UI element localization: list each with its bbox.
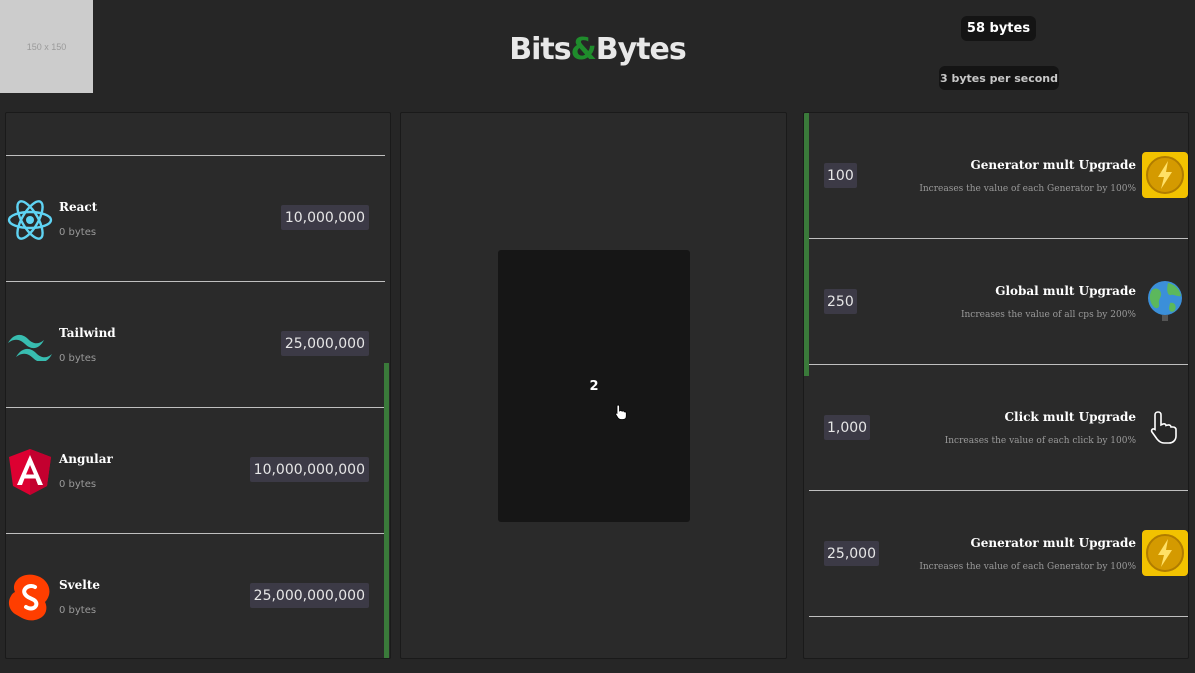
generator-owned: 0 bytes <box>59 227 97 238</box>
logo-bytes: Bytes <box>595 32 687 67</box>
generator-price: 25,000,000 <box>280 331 369 356</box>
generator-price: 10,000,000,000 <box>249 457 369 482</box>
upgrade-item-generator-mult-2[interactable]: 25,000 Generator mult Upgrade Increases … <box>809 491 1188 617</box>
upgrades-panel: 100 Generator mult Upgrade Increases the… <box>803 112 1189 659</box>
generator-item-react[interactable]: React 0 bytes 10,000,000 <box>6 156 385 282</box>
generator-price: 10,000,000 <box>280 205 369 230</box>
upgrade-name: Click mult Upgrade <box>1004 410 1136 424</box>
generator-name: Angular <box>59 452 113 466</box>
generator-item-tailwind[interactable]: Tailwind 0 bytes 25,000,000 <box>6 282 385 408</box>
generator-owned: 0 bytes <box>59 353 97 364</box>
upgrade-description: Increases the value of each click by 100… <box>944 436 1136 446</box>
upgrade-name: Generator mult Upgrade <box>970 158 1136 172</box>
bytes-per-second: 3 bytes per second <box>939 66 1059 90</box>
generators-scrollbar[interactable] <box>384 363 389 658</box>
upgrade-item-click-mult[interactable]: 1,000 Click mult Upgrade Increases the v… <box>809 365 1188 491</box>
upgrade-item-generator-mult[interactable]: 100 Generator mult Upgrade Increases the… <box>809 113 1188 239</box>
upgrade-name: Generator mult Upgrade <box>970 536 1136 550</box>
upgrade-price: 1,000 <box>824 415 871 440</box>
bytes-counter: 58 bytes <box>961 16 1036 41</box>
generators-panel: React 0 bytes 10,000,000 Tailwind 0 byte… <box>5 112 391 659</box>
upgrade-name: Global mult Upgrade <box>995 284 1136 298</box>
logo-bits: Bits <box>509 32 571 67</box>
generator-owned: 0 bytes <box>59 605 97 616</box>
upgrade-price: 25,000 <box>824 541 879 566</box>
generator-price: 25,000,000,000 <box>249 583 369 608</box>
angular-icon <box>6 448 54 496</box>
generator-name: Tailwind <box>59 326 116 340</box>
globe-icon <box>1141 277 1188 325</box>
logo-ampersand: & <box>570 32 597 67</box>
upgrade-price: 100 <box>824 163 857 188</box>
generator-name: Svelte <box>59 578 101 592</box>
clicker-panel: 2 <box>400 112 787 659</box>
lightning-coin-icon <box>1141 529 1188 577</box>
generator-name: React <box>59 200 98 214</box>
lightning-coin-icon <box>1141 151 1188 199</box>
hand-cursor-icon <box>1141 403 1188 451</box>
react-icon <box>6 196 54 244</box>
upgrade-description: Increases the value of each Generator by… <box>919 562 1136 572</box>
generator-item-svelte[interactable]: Svelte 0 bytes 25,000,000,000 <box>6 534 385 658</box>
generator-item-angular[interactable]: Angular 0 bytes 10,000,000,000 <box>6 408 385 534</box>
click-button[interactable]: 2 <box>498 250 690 522</box>
tailwind-icon <box>6 322 54 370</box>
generator-owned: 0 bytes <box>59 479 97 490</box>
upgrade-price: 250 <box>824 289 857 314</box>
upgrade-description: Increases the value of all cps by 200% <box>960 310 1136 320</box>
click-count: 2 <box>589 378 599 394</box>
upgrade-item-global-mult[interactable]: 250 Global mult Upgrade Increases the va… <box>809 239 1188 365</box>
svelte-icon <box>6 574 54 622</box>
upgrade-description: Increases the value of each Generator by… <box>919 184 1136 194</box>
hand-cursor-icon <box>615 404 627 424</box>
